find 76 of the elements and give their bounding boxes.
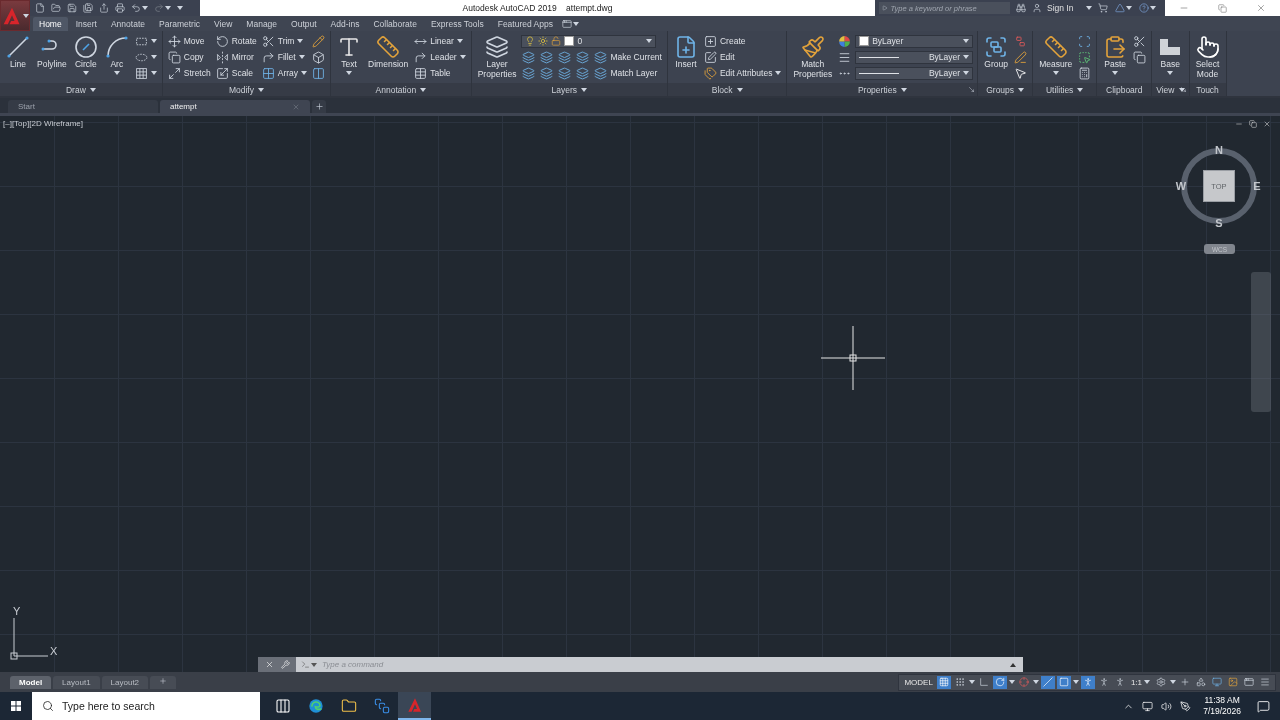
ribbon-tab[interactable]: Express Tools — [424, 17, 490, 31]
line-dropdown[interactable]: ByLayer — [855, 66, 974, 80]
tool-button[interactable]: Edit — [702, 49, 783, 65]
panel-title[interactable]: Layers — [471, 83, 667, 96]
large-tool-button[interactable]: Arc — [102, 33, 131, 83]
tool-button[interactable]: Create — [702, 33, 783, 49]
search-input[interactable]: Type here to search — [62, 700, 222, 712]
time-text: 11:38 AM — [1204, 695, 1240, 706]
panel-title[interactable]: Clipboard — [1097, 83, 1152, 96]
tool-button[interactable]: Make Current — [593, 49, 663, 65]
panel-title[interactable]: Modify — [162, 83, 331, 96]
status-button[interactable]: MODEL — [902, 677, 935, 687]
large-tool-button[interactable]: Polyline — [35, 33, 69, 83]
tool-button[interactable]: Scale — [214, 65, 258, 81]
panel-title[interactable]: Touch — [1189, 83, 1226, 96]
large-tool-button[interactable]: Measure — [1037, 33, 1075, 83]
tool-button[interactable]: Edit Attributes — [702, 65, 783, 81]
ribbon-tab[interactable]: Insert — [69, 17, 103, 31]
large-tool-button[interactable]: Match Properties — [791, 33, 835, 83]
ribbon-tab[interactable]: Featured Apps — [491, 17, 559, 31]
large-tool-button[interactable]: Line — [4, 33, 32, 83]
large-tool-button[interactable]: Text — [335, 33, 364, 83]
axis-label: Y — [13, 606, 21, 617]
compass-direction: W — [1175, 180, 1187, 192]
tool-button[interactable]: Array — [260, 65, 309, 81]
ribbon-tab[interactable]: Output — [285, 17, 323, 31]
layout-tab[interactable]: Model — [10, 675, 52, 689]
window-title: Autodesk AutoCAD 2019 attempt.dwg — [461, 3, 614, 13]
tool-button[interactable]: Copy — [166, 49, 212, 65]
ribbon-tab[interactable]: Manage — [240, 17, 284, 31]
panel-title[interactable]: Utilities — [1033, 83, 1097, 96]
tool-button[interactable]: Mirror — [214, 49, 258, 65]
ribbon-tab[interactable]: Collaborate — [367, 17, 423, 31]
sign-in-link[interactable]: Sign In — [1047, 3, 1074, 13]
tool-button[interactable]: Fillet — [260, 49, 309, 65]
layer-dropdown[interactable]: 0 — [521, 34, 657, 48]
ribbon-tab[interactable]: View — [208, 17, 239, 31]
viewport-controls[interactable]: [–][Top][2D Wireframe] — [3, 119, 84, 128]
ribbon-tab[interactable]: Annotate — [104, 17, 151, 31]
large-tool-button[interactable]: Dimension — [366, 33, 411, 83]
tool-button[interactable]: Leader — [413, 49, 467, 65]
large-tool-button[interactable]: Layer Properties — [475, 33, 519, 83]
compass-direction: E — [1253, 180, 1261, 192]
large-tool-button[interactable]: Select Mode — [1193, 33, 1222, 83]
panel-title[interactable]: Groups — [978, 83, 1033, 96]
line-dropdown[interactable]: ByLayer — [855, 50, 974, 64]
large-tool-button[interactable]: Paste — [1101, 33, 1130, 83]
large-tool-button[interactable]: Base — [1156, 33, 1185, 83]
tool-button[interactable]: Match Layer — [593, 65, 663, 81]
tool-button[interactable]: Table — [413, 65, 467, 81]
layout-tab[interactable]: Layout1 — [53, 675, 100, 689]
color-dropdown[interactable]: ByLayer — [855, 34, 974, 48]
compass-direction: S — [1215, 217, 1223, 229]
tool-button[interactable]: Trim — [260, 33, 309, 49]
panel-title[interactable]: View — [1152, 83, 1189, 96]
tool-button[interactable]: Linear — [413, 33, 467, 49]
tool-button[interactable]: Move — [166, 33, 212, 49]
document-tab[interactable]: Start — [8, 100, 158, 113]
ribbon-tab[interactable]: Parametric — [153, 17, 207, 31]
panel-title[interactable]: Annotation — [331, 83, 471, 96]
tool-button[interactable]: Rotate — [214, 33, 258, 49]
ribbon-tab[interactable]: Add-ins — [324, 17, 366, 31]
layout-tab[interactable]: Layout2 — [101, 675, 149, 689]
large-tool-button[interactable]: Circle — [71, 33, 100, 83]
panel-title[interactable]: Properties — [787, 83, 978, 96]
taskbar-search-field[interactable]: Type here to search — [32, 692, 260, 720]
axis-label: X — [50, 646, 58, 657]
large-tool-button[interactable]: Insert — [671, 33, 700, 83]
panel-title[interactable]: Draw — [0, 83, 162, 96]
tool-button[interactable]: Stretch — [166, 65, 212, 81]
date-text: 7/19/2026 — [1203, 706, 1241, 717]
ribbon-tab[interactable]: Home — [33, 17, 68, 31]
panel-title[interactable]: Block — [667, 83, 787, 96]
large-tool-button[interactable]: Group — [982, 33, 1011, 83]
document-tab[interactable]: attempt — [160, 100, 310, 113]
status-button[interactable]: 1:1 — [1128, 677, 1152, 687]
